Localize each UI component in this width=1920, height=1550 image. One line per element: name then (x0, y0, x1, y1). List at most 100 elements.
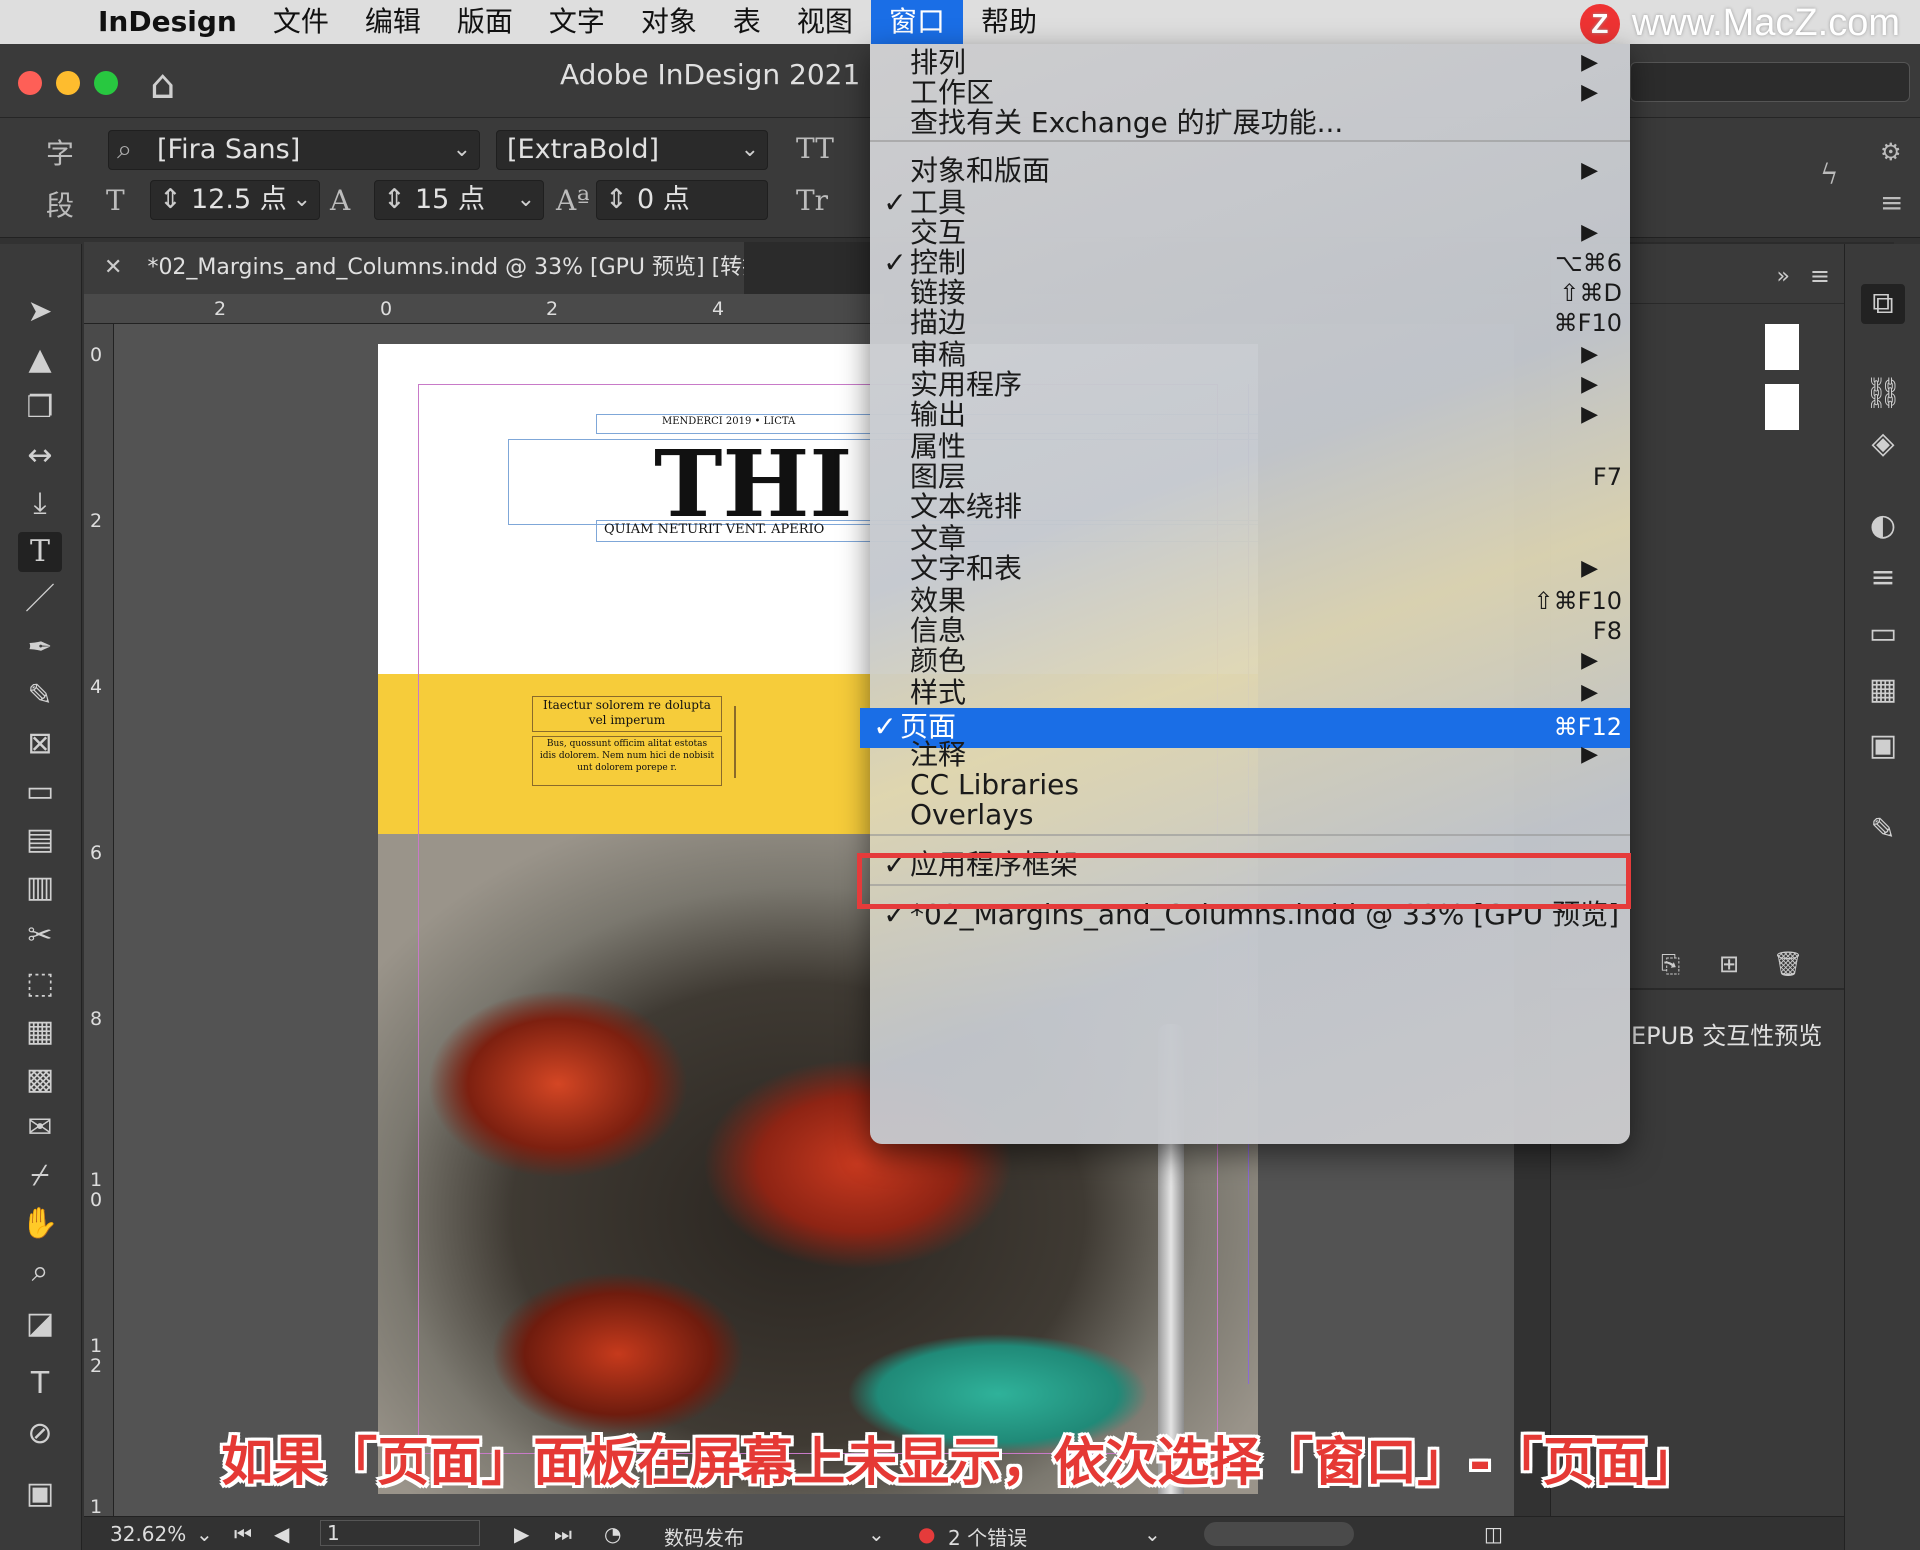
baseline-shift-field[interactable]: ⇕ 0 点 (596, 180, 768, 220)
font-family-field[interactable]: ⌕ [Fira Sans] ⌄ (108, 130, 480, 170)
menu-item-label: 查找有关 Exchange 的扩展功能... (910, 106, 1344, 139)
menu-window[interactable]: 窗口 (870, 0, 963, 44)
menu-help[interactable]: 帮助 (963, 0, 1055, 44)
home-icon[interactable]: ⌂ (150, 62, 175, 108)
split-view-icon[interactable]: ◫ (1484, 1522, 1503, 1546)
last-page-icon[interactable]: ⏭ (554, 1522, 572, 1546)
font-size-field[interactable]: ⇕ 12.5 点 ⌄ (150, 180, 320, 220)
note-tool-icon[interactable]: ✉ (18, 1108, 62, 1148)
gradient-panel-icon[interactable]: ▭ (1861, 614, 1905, 654)
menu-type[interactable]: 文字 (531, 0, 623, 44)
menu-item-2[interactable]: 查找有关 Exchange 的扩展功能... (870, 104, 1630, 142)
status-bar: 32.62% ⌄ ⏮ ◀ 1 ▶ ⏭ ◔ 数码发布 ⌄ ● 2 个错误 ⌄ ◫ (84, 1516, 1844, 1550)
panel-menu-icon[interactable]: ≡ (1810, 262, 1830, 290)
rectangle-frame-tool-icon[interactable]: ⊠ (18, 724, 62, 764)
character-mode-button[interactable]: 字 (46, 132, 74, 172)
fill-stroke-swatch-icon[interactable]: ◪ (18, 1304, 62, 1344)
menu-item-label: Overlays (910, 798, 1034, 831)
horizontal-scrollbar[interactable] (1204, 1522, 1354, 1546)
menu-item-20[interactable]: 样式 ▶ (870, 674, 1630, 712)
content-collector-icon[interactable]: ⤓ (18, 484, 62, 524)
menu-layout[interactable]: 版面 (439, 0, 531, 44)
gear-icon[interactable]: ⚙ (1880, 138, 1902, 166)
chevron-down-icon[interactable]: ⌄ (453, 131, 471, 169)
chevron-down-icon[interactable]: ⌄ (196, 1522, 213, 1546)
zoom-level[interactable]: 32.62% (110, 1522, 186, 1546)
new-page-icon[interactable]: ⊞ (1719, 950, 1739, 978)
page-number-field[interactable]: 1 (320, 1520, 480, 1546)
page-thumbnail[interactable] (1765, 384, 1799, 430)
menu-table[interactable]: 表 (715, 0, 779, 44)
vertical-ruler[interactable]: 0 2 4 6 8 1 0 1 2 1 (84, 324, 114, 1524)
first-page-icon[interactable]: ⏮ (234, 1522, 252, 1546)
chevron-down-icon[interactable]: ⌄ (1144, 1522, 1161, 1546)
free-transform-tool-icon[interactable]: ⬚ (18, 964, 62, 1004)
menu-app-name[interactable]: InDesign (80, 0, 255, 44)
page-tool-icon[interactable]: ❐ (18, 388, 62, 428)
preflight-clock-icon[interactable]: ◔ (604, 1522, 621, 1546)
swatches-panel-icon[interactable]: ◐ (1861, 506, 1905, 546)
paragraph-mode-button[interactable]: 段 (46, 184, 74, 224)
menu-object[interactable]: 对象 (623, 0, 715, 44)
edit-panel-icon[interactable]: ✎ (1861, 810, 1905, 850)
chevron-down-icon[interactable]: ⌄ (868, 1522, 885, 1546)
pencil-tool-icon[interactable]: ✎ (18, 676, 62, 716)
next-page-icon[interactable]: ▶ (514, 1522, 529, 1546)
menu-edit[interactable]: 编辑 (347, 0, 439, 44)
layers-panel-icon[interactable]: ◈ (1861, 424, 1905, 464)
chevron-down-icon[interactable]: ⌄ (293, 181, 311, 219)
hamburger-menu-icon[interactable]: ≡ (1880, 186, 1903, 219)
horizontal-ruler[interactable]: 2 0 2 4 (84, 294, 884, 324)
preflight-errors[interactable]: 2 个错误 (948, 1522, 1027, 1550)
page-thumbnail[interactable] (1765, 324, 1799, 370)
menu-item-24[interactable]: Overlays (870, 796, 1630, 834)
table-tool-icon[interactable]: ▤ (18, 820, 62, 860)
preflight-profile[interactable]: 数码发布 (664, 1522, 744, 1550)
scissors-tool-icon[interactable]: ✂ (18, 916, 62, 956)
trash-icon[interactable]: 🗑 (1773, 950, 1803, 978)
links-panel-icon[interactable]: ⛓ (1861, 374, 1905, 414)
pages-panel-icon[interactable]: ⧉ (1861, 284, 1905, 324)
pen-tool-icon[interactable]: ✒ (18, 628, 62, 668)
menu-view[interactable]: 视图 (779, 0, 871, 44)
eyedropper-tool-icon[interactable]: ⌿ (18, 1156, 62, 1196)
font-size-icon: T (106, 184, 125, 217)
leading-field[interactable]: ⇕ 15 点 ⌄ (374, 180, 544, 220)
rectangle-tool-icon[interactable]: ▭ (18, 772, 62, 812)
close-window-icon[interactable] (18, 71, 42, 95)
gradient-feather-tool-icon[interactable]: ▩ (18, 1060, 62, 1100)
edit-page-size-icon[interactable]: ⎘ (1661, 950, 1680, 978)
swatch-grid-icon[interactable]: ▦ (1861, 670, 1905, 710)
all-caps-button[interactable]: TT (796, 132, 834, 165)
epub-interactivity-preview-tab[interactable]: EPUB 交互性预览 (1631, 1016, 1822, 1051)
lightning-icon[interactable]: ϟ (1820, 158, 1838, 191)
kicker-text: MENDERCI 2019 • LICTA (662, 416, 796, 427)
hand-tool-icon[interactable]: ✋ (18, 1204, 62, 1244)
minimize-window-icon[interactable] (56, 71, 80, 95)
previous-page-icon[interactable]: ◀ (274, 1522, 289, 1546)
direct-selection-tool-icon[interactable]: ▲ (18, 340, 62, 380)
stepper-icon[interactable]: ⇕ (383, 181, 406, 219)
cc-libraries-icon[interactable]: ▣ (1861, 726, 1905, 766)
type-tool-icon[interactable]: T (18, 532, 62, 572)
zoom-tool-icon[interactable]: ⌕ (18, 1252, 62, 1292)
expand-panel-icon[interactable]: » (1777, 264, 1790, 289)
document-tab[interactable]: ✕ *02_Margins_and_Columns.indd @ 33% [GP… (84, 242, 744, 294)
gap-tool-icon[interactable]: ↔ (18, 436, 62, 476)
close-tab-icon[interactable]: ✕ (104, 255, 122, 280)
selection-tool-icon[interactable]: ➤ (18, 292, 62, 332)
menu-file[interactable]: 文件 (255, 0, 347, 44)
font-style-field[interactable]: [ExtraBold] ⌄ (496, 130, 768, 170)
stepper-icon[interactable]: ⇕ (605, 181, 628, 219)
stroke-panel-icon[interactable]: ≡ (1861, 558, 1905, 598)
search-field[interactable] (1630, 62, 1910, 102)
gradient-swatch-tool-icon[interactable]: ▦ (18, 1012, 62, 1052)
grid-tool-icon[interactable]: ▥ (18, 868, 62, 908)
chevron-down-icon[interactable]: ⌄ (741, 131, 759, 169)
line-tool-icon[interactable]: ／ (18, 580, 62, 620)
stepper-icon[interactable]: ⇕ (159, 181, 182, 219)
zoom-window-icon[interactable] (94, 71, 118, 95)
chevron-down-icon[interactable]: ⌄ (517, 181, 535, 219)
formatting-affects-text-icon[interactable]: T (18, 1364, 62, 1404)
small-caps-button[interactable]: Tr (796, 184, 828, 217)
